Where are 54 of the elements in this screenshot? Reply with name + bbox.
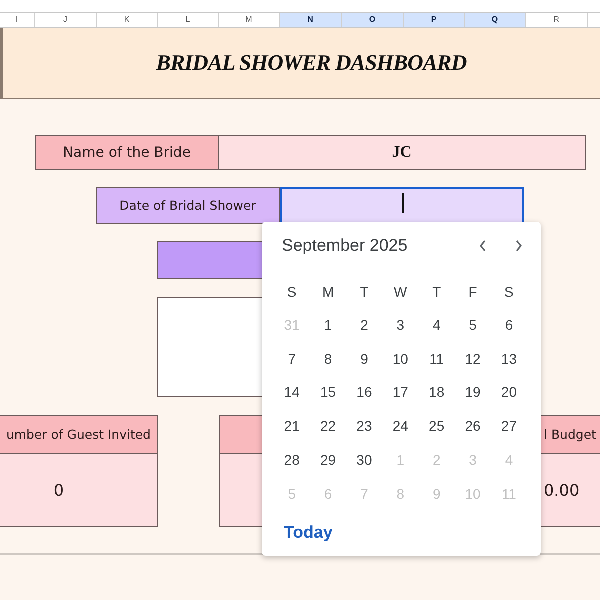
stat-label: umber of Guest Invited [6,427,151,442]
calendar-day[interactable]: 13 [491,342,528,376]
calendar-day[interactable]: 7 [274,342,310,376]
weekday-label: S [286,282,298,302]
calendar-day[interactable]: 12 [454,342,492,376]
calendar-day[interactable]: 24 [382,409,419,444]
calendar-day[interactable]: 27 [491,409,528,444]
calendar-day[interactable]: 22 [310,409,346,444]
weekday-label: M [321,282,336,302]
calendar-day[interactable]: 17 [382,376,419,410]
calendar-day[interactable]: 21 [274,409,310,444]
weekday-label: W [393,282,408,302]
calendar-day[interactable]: 8 [310,342,346,376]
date-label: Date of Bridal Shower [96,187,280,224]
today-button[interactable]: Today [284,522,333,543]
month-title: September 2025 [282,236,409,256]
stat-value: 0 [54,480,64,500]
weekday-label: T [359,282,370,302]
weekday-label: T [432,282,442,302]
bride-name-label: Name of the Bride [35,135,219,170]
calendar-day[interactable]: 16 [346,376,383,410]
column-header[interactable]: N [280,13,342,27]
chevron-right-icon [514,239,524,253]
calendar-day[interactable]: 11 [418,342,455,376]
calendar-day[interactable]: 23 [346,409,383,444]
dashboard-title: BRIDAL SHOWER DASHBOARD [156,50,467,76]
calendar-day[interactable]: 25 [418,409,455,444]
calendar-day[interactable]: 10 [382,342,419,376]
column-header[interactable]: O [342,13,404,27]
calendar-day[interactable]: 1 [310,308,346,342]
bride-name-cell[interactable]: JC [219,135,586,170]
calendar-day[interactable]: 9 [346,342,383,376]
calendar-day[interactable]: 6 [491,308,528,342]
stat-value: 0.00 [544,480,580,500]
calendar-day[interactable]: 26 [454,409,492,444]
calendar-day[interactable]: 20 [491,376,528,410]
weekday-label: S [504,282,515,302]
calendar-day[interactable]: 18 [418,376,455,410]
calendar-day[interactable]: 30 [346,443,383,477]
calendar-day[interactable]: 4 [418,308,455,342]
calendar-day[interactable]: 5 [454,308,492,342]
column-header[interactable]: Q [465,13,526,27]
stat-label: l Budget [544,427,596,442]
column-header[interactable]: P [404,13,465,27]
calendar-day[interactable]: 15 [310,376,346,410]
calendar-day[interactable]: 28 [274,443,310,477]
calendar-day[interactable]: 29 [310,443,346,477]
date-input-field[interactable] [280,187,524,224]
calendar-day[interactable]: 19 [454,376,492,410]
weekday-label: F [468,282,478,302]
chevron-left-icon [478,239,488,253]
calendar-day[interactable]: 14 [274,376,310,410]
calendar-day[interactable]: 3 [382,308,419,342]
calendar-day[interactable]: 2 [346,308,383,342]
